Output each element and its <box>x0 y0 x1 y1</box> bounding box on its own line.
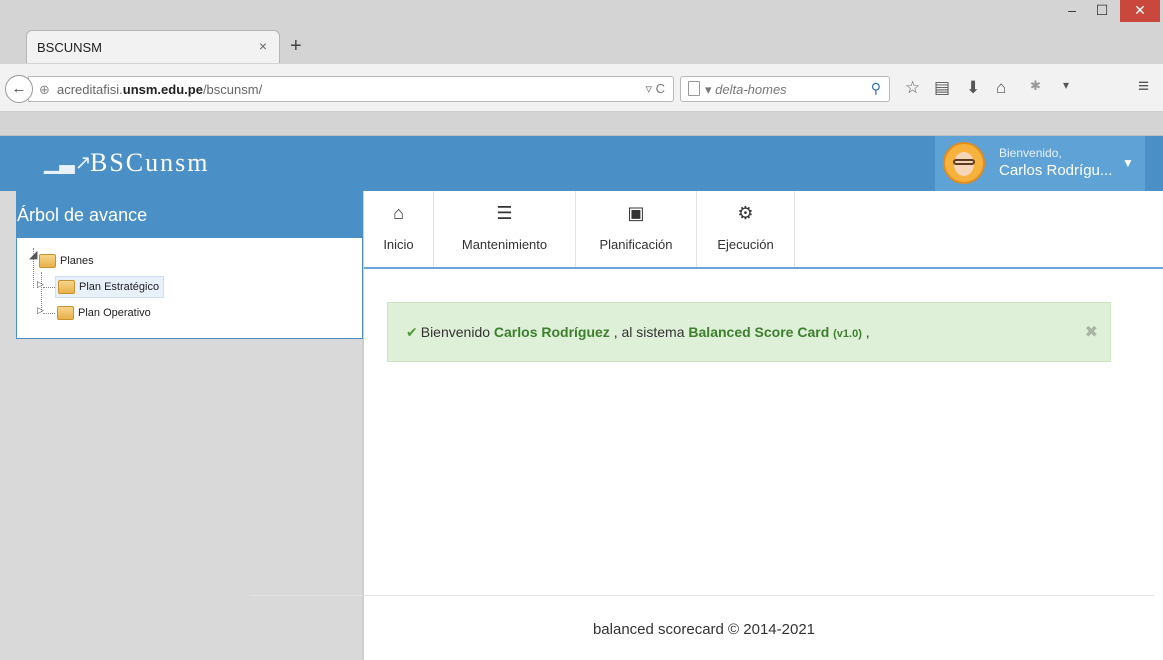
url-bar[interactable]: ⊕ acreditafisi.unsm.edu.pe/bscunsm/ ▿ C <box>28 76 674 102</box>
home-icon[interactable]: ⌂ <box>996 78 1006 98</box>
tree-node-plan-estrategico[interactable]: Plan Estratégico <box>55 276 165 298</box>
main-menu: ⌂ Inicio ☰ Mantenimiento ▣ Planificación… <box>364 191 1163 269</box>
user-greeting: Bienvenido, <box>999 146 1062 160</box>
menu-icon[interactable]: ≡ <box>1138 76 1149 98</box>
search-engine-text: ▾ delta-homes <box>705 82 787 97</box>
avatar-glasses <box>953 159 975 165</box>
tab-title: BSCUNSM <box>37 40 103 55</box>
close-icon[interactable]: ✖ <box>1085 322 1098 342</box>
search-bar[interactable]: ▾ delta-homes ⚲ <box>680 76 890 102</box>
user-menu[interactable]: Bienvenido, Carlos Rodrígu... ▼ <box>935 136 1145 191</box>
chart-arrow-icon: ▁▃↗ <box>44 152 92 174</box>
back-button[interactable]: ← <box>5 75 33 103</box>
folder-icon <box>58 280 75 294</box>
addon-dropdown-icon[interactable]: ▾ <box>1063 78 1069 92</box>
cogs-icon: ⚙ <box>737 203 754 223</box>
new-tab-button[interactable]: + <box>290 35 302 58</box>
tree-connector <box>43 313 55 314</box>
menu-item-label: Mantenimiento <box>461 237 548 252</box>
star-icon[interactable]: ☆ <box>905 78 920 98</box>
caret-down-icon: ▼ <box>1122 156 1134 170</box>
browser-tab[interactable]: BSCUNSM × <box>26 30 280 63</box>
avatar <box>943 142 985 184</box>
tree-node-label: Plan Estratégico <box>79 281 160 293</box>
logo-text: BSCunsm <box>90 148 210 177</box>
collapse-icon[interactable]: ◢ <box>29 248 37 261</box>
menu-item-label: Planificación <box>599 237 673 252</box>
page-icon <box>688 81 700 96</box>
globe-icon: ⊕ <box>39 82 50 97</box>
divider <box>250 595 363 596</box>
footer-text: balanced scorecard © 2014-2021 <box>592 621 816 638</box>
left-sidebar: Árbol de avance ◢ Planes ▷ Plan Estratég… <box>0 191 363 660</box>
url-host: unsm.edu.pe <box>122 82 203 97</box>
back-arrow-icon: ← <box>11 80 27 97</box>
app-header: ▁▃↗ BSCunsm Bienvenido, Carlos Rodrígu..… <box>0 136 1163 191</box>
footer-divider <box>364 595 1154 596</box>
browser-chrome: BSCUNSM × + – ☐ ✕ ⊕ acreditafisi.unsm.ed… <box>0 0 1163 136</box>
addon-icon[interactable]: ✱ <box>1030 78 1041 94</box>
menu-item-mantenimiento[interactable]: ☰ Mantenimiento <box>434 191 576 267</box>
alert-message: ✔ Bienvenido Carlos Rodríguez , al sistem… <box>406 324 870 340</box>
home-icon: ⌂ <box>393 203 404 223</box>
tab-close-icon[interactable]: × <box>259 38 267 54</box>
tree-node-planes[interactable]: Planes <box>39 250 94 272</box>
menu-item-inicio[interactable]: ⌂ Inicio <box>364 191 434 267</box>
menu-item-ejecucion[interactable]: ⚙ Ejecución <box>697 191 795 267</box>
logo[interactable]: ▁▃↗ BSCunsm <box>44 146 234 182</box>
main-content: ⌂ Inicio ☰ Mantenimiento ▣ Planificación… <box>364 191 1163 660</box>
window-maximize-button[interactable]: ☐ <box>1088 0 1116 22</box>
reload-icon[interactable]: ▿ C <box>645 81 665 97</box>
menu-item-label: Inicio <box>383 237 414 252</box>
bookmarks-icon[interactable]: ▤ <box>934 78 950 98</box>
tree-panel-title: Árbol de avance <box>17 192 362 238</box>
check-icon: ✔ <box>406 324 418 340</box>
expand-icon[interactable]: ▷ <box>37 305 44 316</box>
expand-icon[interactable]: ▷ <box>37 279 44 290</box>
fax-icon: ▣ <box>627 203 645 223</box>
welcome-alert: ✔ Bienvenido Carlos Rodríguez , al sistem… <box>387 302 1111 362</box>
alert-system: Balanced Score Card <box>688 324 830 340</box>
menu-item-label: Ejecución <box>717 237 774 252</box>
search-icon[interactable]: ⚲ <box>871 80 881 97</box>
tree-connector <box>43 287 55 288</box>
window-close-button[interactable]: ✕ <box>1120 0 1160 22</box>
url-text: acreditafisi.unsm.edu.pe/bscunsm/ <box>57 82 263 97</box>
tree-node-plan-operativo[interactable]: Plan Operativo <box>57 302 151 324</box>
window-minimize-button[interactable]: – <box>1058 0 1086 22</box>
tree-node-label: Planes <box>60 255 94 267</box>
alert-version: (v1.0) <box>833 328 862 340</box>
folder-icon <box>57 306 74 320</box>
database-icon: ☰ <box>496 203 513 223</box>
tree-node-label: Plan Operativo <box>78 307 151 319</box>
folder-icon <box>39 254 56 268</box>
download-icon[interactable]: ⬇ <box>966 78 980 98</box>
navigation-bar: ⊕ acreditafisi.unsm.edu.pe/bscunsm/ ▿ C … <box>0 64 1163 112</box>
alert-user: Carlos Rodríguez <box>493 324 610 340</box>
menu-item-planificacion[interactable]: ▣ Planificación <box>576 191 697 267</box>
user-name: Carlos Rodrígu... <box>999 162 1113 179</box>
tree-panel: Árbol de avance ◢ Planes ▷ Plan Estratég… <box>16 191 363 339</box>
